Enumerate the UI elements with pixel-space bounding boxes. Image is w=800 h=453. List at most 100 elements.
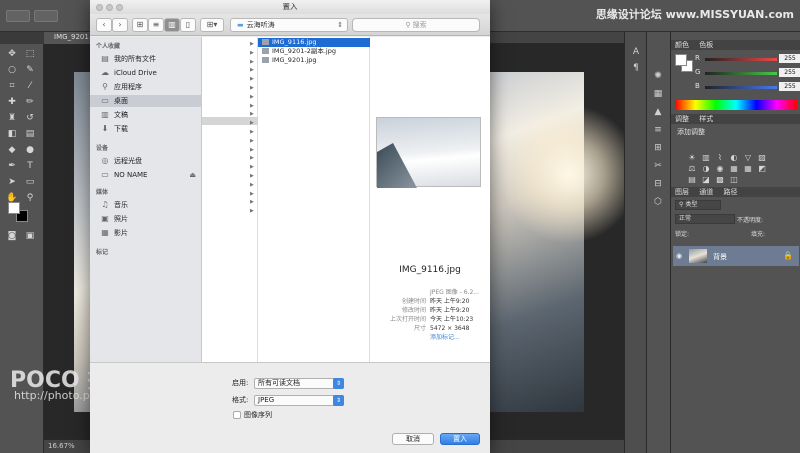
sidebar-item[interactable]: ⬇ 下载 — [90, 123, 202, 135]
brush-presets-icon[interactable]: ✺ — [651, 70, 665, 82]
tool-preset-picker[interactable] — [6, 10, 30, 22]
arrange-button[interactable]: ⊞▾ — [200, 18, 224, 32]
shape-tool-icon[interactable]: ▭ — [24, 176, 36, 188]
history-brush-icon[interactable]: ↺ — [24, 112, 36, 124]
eyedropper-icon[interactable]: ⁄ — [24, 80, 36, 92]
blend-mode-select[interactable]: 正常 — [675, 214, 735, 224]
blue-value-field[interactable]: 255 — [779, 82, 800, 91]
posterize-icon[interactable]: ▤ — [687, 175, 697, 184]
search-input[interactable]: ⚲ 搜索 — [352, 18, 480, 32]
list-view-button[interactable]: ≡ — [148, 18, 164, 32]
photo-filter-icon[interactable]: ◉ — [715, 164, 725, 173]
type-tool-icon[interactable]: T — [24, 160, 36, 172]
forward-button[interactable]: › — [112, 18, 128, 32]
blur-tool-icon[interactable]: ◆ — [6, 144, 18, 156]
tab-channels[interactable]: 通道 — [699, 188, 713, 196]
sidebar-item[interactable]: ▥ 文稿 — [90, 109, 202, 121]
zoom-level[interactable]: 16.67% — [48, 442, 75, 450]
eraser-tool-icon[interactable]: ◧ — [6, 128, 18, 140]
sidebar-item[interactable]: ♫ 音乐 — [90, 199, 202, 211]
brush-tool-icon[interactable]: ✏ — [24, 96, 36, 108]
properties-icon[interactable]: ≡ — [651, 124, 665, 136]
sidebar-item[interactable]: ⚲ 应用程序 — [90, 81, 202, 93]
pen-tool-icon[interactable]: ✒ — [6, 160, 18, 172]
gradient-tool-icon[interactable]: ▤ — [24, 128, 36, 140]
color-fg-swatch[interactable] — [675, 54, 687, 66]
3d-icon[interactable]: ⬡ — [651, 196, 665, 208]
enable-select[interactable]: 所有可读文档 ⇕ — [254, 378, 344, 389]
file-item[interactable]: IMG_9116.jpg — [258, 38, 370, 47]
eye-icon[interactable]: ◉ — [676, 252, 682, 260]
location-popup[interactable]: ▬ 云海听涛 ⇕ — [230, 18, 348, 32]
lasso-tool-icon[interactable]: ○ — [6, 64, 18, 76]
zoom-button[interactable] — [116, 4, 123, 11]
red-value-field[interactable]: 255 — [779, 54, 800, 63]
coverflow-view-button[interactable]: ▯ — [180, 18, 196, 32]
sidebar-item[interactable]: ▦ 影片 — [90, 227, 202, 239]
color-spectrum[interactable] — [675, 100, 797, 110]
actions-icon[interactable]: ⊟ — [651, 178, 665, 190]
tab-styles[interactable]: 样式 — [699, 115, 713, 123]
exposure-icon[interactable]: ◐ — [729, 153, 739, 162]
quick-mask-icon[interactable]: ◙ — [6, 230, 18, 242]
close-button[interactable] — [96, 4, 103, 11]
paragraph-panel-icon[interactable]: ¶ — [629, 62, 643, 74]
parent-folder-column[interactable]: ▶ ▶ ▶ ▶ ▶ ▶ ▶ ▶ ▶ ▶ ▶ ▶ ▶ ▶ ▶ ▶ ▶ ▶ ▶ ▶ — [202, 37, 258, 362]
selective-color-icon[interactable]: ◫ — [729, 175, 739, 184]
lookup-icon[interactable]: ▦ — [743, 164, 753, 173]
stamp-tool-icon[interactable]: ♜ — [6, 112, 18, 124]
file-item[interactable]: IMG_9201.jpg — [258, 56, 370, 65]
move-tool-icon[interactable]: ✥ — [6, 48, 18, 60]
brightness-icon[interactable]: ☀ — [687, 153, 697, 162]
foreground-color[interactable] — [8, 202, 20, 214]
green-value-field[interactable]: 255 — [779, 68, 800, 77]
back-button[interactable]: ‹ — [96, 18, 112, 32]
sidebar-item[interactable]: ▭ NO NAME ⏏ — [90, 169, 202, 181]
add-tag-link[interactable]: 添加标记... — [370, 334, 490, 342]
marquee-tool-icon[interactable]: ⬚ — [24, 48, 36, 60]
adjust-sliders-icon[interactable]: ⊞ — [651, 142, 665, 154]
sidebar-item[interactable]: ▣ 照片 — [90, 213, 202, 225]
tab-color[interactable]: 颜色 — [675, 41, 689, 49]
sidebar-item[interactable]: ▤ 我的所有文件 — [90, 53, 202, 65]
quick-select-icon[interactable]: ✎ — [24, 64, 36, 76]
histogram-icon[interactable]: ▲ — [651, 106, 665, 118]
layer-filter-select[interactable]: ⚲ 类型 — [675, 200, 721, 210]
zoom-tool-icon[interactable]: ⚲ — [24, 192, 36, 204]
healing-brush-icon[interactable]: ✚ — [6, 96, 18, 108]
tab-swatches[interactable]: 色板 — [699, 41, 713, 49]
layer-row-background[interactable]: ◉ 背景 🔒 — [673, 246, 799, 266]
eject-icon[interactable]: ⏏ — [189, 169, 196, 181]
sidebar-item[interactable]: ◎ 远程光盘 — [90, 155, 202, 167]
image-sequence-checkbox[interactable] — [233, 411, 241, 419]
file-item[interactable]: IMG_9201-2副本.jpg — [258, 47, 370, 56]
minimize-button[interactable] — [106, 4, 113, 11]
dodge-tool-icon[interactable]: ● — [24, 144, 36, 156]
screen-mode-icon[interactable]: ▣ — [24, 230, 36, 242]
threshold-icon[interactable]: ◪ — [701, 175, 711, 184]
tool-presets-icon[interactable]: ✂ — [651, 160, 665, 172]
cancel-button[interactable]: 取消 — [392, 433, 434, 445]
sidebar-item[interactable]: ☁ iCloud Drive — [90, 67, 202, 79]
path-select-icon[interactable]: ➤ — [6, 176, 18, 188]
crop-tool-icon[interactable]: ⌗ — [6, 80, 18, 92]
vibrance-icon[interactable]: ▽ — [743, 153, 753, 162]
format-select[interactable]: JPEG ⇕ — [254, 395, 344, 406]
tab-layers[interactable]: 图层 — [675, 188, 689, 196]
gradient-map-icon[interactable]: ▩ — [715, 175, 725, 184]
hue-icon[interactable]: ▨ — [757, 153, 767, 162]
balance-icon[interactable]: ⚖ — [687, 164, 697, 173]
curves-icon[interactable]: ⌇ — [715, 153, 725, 162]
tab-paths[interactable]: 路径 — [723, 188, 737, 196]
navigator-icon[interactable]: ▦ — [651, 88, 665, 100]
icon-view-button[interactable]: ⊞ — [132, 18, 148, 32]
character-panel-icon[interactable]: A — [629, 46, 643, 58]
levels-icon[interactable]: ▥ — [701, 153, 711, 162]
mode-picker[interactable] — [34, 10, 58, 22]
place-button[interactable]: 置入 — [440, 433, 480, 445]
column-view-button[interactable]: ▥ — [164, 18, 180, 32]
invert-icon[interactable]: ◩ — [757, 164, 767, 173]
sidebar-item[interactable]: ▭ 桌面 — [90, 95, 202, 107]
bw-icon[interactable]: ◑ — [701, 164, 711, 173]
file-column[interactable]: IMG_9116.jpg IMG_9201-2副本.jpg IMG_9201.j… — [258, 37, 370, 362]
